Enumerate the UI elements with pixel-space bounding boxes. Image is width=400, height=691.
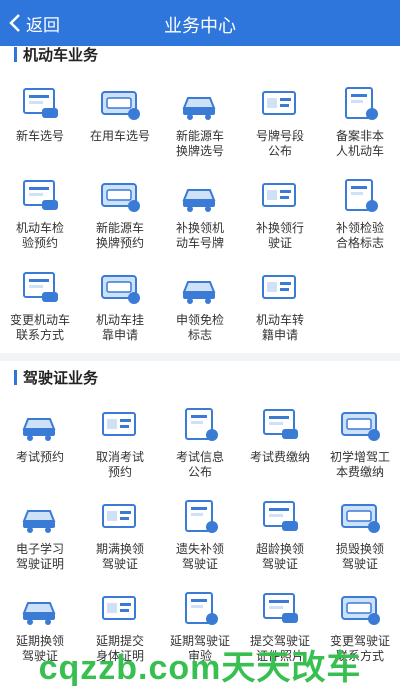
service-item[interactable]: 考试费缴纳 [240,405,320,497]
service-label: 取消考试 预约 [95,450,144,479]
service-label: 申领免检 标志 [175,313,224,342]
plate-range-icon [258,84,302,124]
service-label: 考试预约 [15,450,64,464]
exam-info-icon [178,405,222,445]
overage-renew-icon [258,497,302,537]
e-learning-cert-icon [18,497,62,537]
used-car-plate-icon [98,84,142,124]
submit-photo-icon [258,589,302,629]
exam-fee-icon [258,405,302,445]
vehicle-services-grid: 新车选号 在用车选号 新能源车 换牌选号 号牌号段 公布 备案非本 人机动车机动车检 验… [0,84,400,360]
top-navigation-bar: 返回 业务中心 [0,0,400,46]
service-label: 机动车转 籍申请 [255,313,304,342]
service-label: 遗失补领 驾驶证 [175,542,224,571]
service-item[interactable]: 申领免检 标志 [160,268,240,360]
service-label: 超龄换领 驾驶证 [255,542,304,571]
section-title-license: 驾驶证业务 [14,367,98,388]
service-label: 机动车检 验预约 [15,221,64,250]
service-item[interactable]: 在用车选号 [80,84,160,176]
service-label: 电子学习 驾驶证明 [15,542,64,571]
service-label: 变更机动车 联系方式 [9,313,70,342]
delay-health-icon [98,589,142,629]
service-item[interactable]: 取消考试 预约 [80,405,160,497]
ev-booking-icon [98,176,142,216]
service-item[interactable]: 补换领机 动车号牌 [160,176,240,268]
service-item[interactable]: 机动车转 籍申请 [240,268,320,360]
service-item[interactable]: 电子学习 驾驶证明 [0,497,80,589]
transfer-icon [258,268,302,308]
service-item[interactable]: 期满换领 驾驶证 [80,497,160,589]
expiry-renew-icon [98,497,142,537]
delay-review-icon [178,589,222,629]
service-item[interactable]: 补领检验 合格标志 [320,176,400,268]
service-item[interactable]: 遗失补领 驾驶证 [160,497,240,589]
ev-plate-icon [178,84,222,124]
section-marker [14,47,17,62]
service-item[interactable]: 备案非本 人机动车 [320,84,400,176]
section-title-vehicle: 机动车业务 [14,44,98,65]
service-item[interactable]: 超龄换领 驾驶证 [240,497,320,589]
inspection-booking-icon [18,176,62,216]
service-label: 备案非本 人机动车 [335,129,384,158]
service-label: 新车选号 [15,129,64,143]
new-car-plate-icon [18,84,62,124]
service-label: 补领检验 合格标志 [335,221,384,250]
service-item[interactable]: 变更机动车 联系方式 [0,268,80,360]
service-label: 损毁换领 驾驶证 [335,542,384,571]
contact-change-icon [18,268,62,308]
service-label: 号牌号段 公布 [255,129,304,158]
exam-booking-icon [18,405,62,445]
service-label: 新能源车 换牌预约 [95,221,144,250]
delay-renew-icon [18,589,62,629]
service-item[interactable]: 新能源车 换牌选号 [160,84,240,176]
service-label: 在用车选号 [89,129,150,143]
service-item[interactable]: 机动车检 验预约 [0,176,80,268]
lost-replace-icon [178,497,222,537]
service-item[interactable]: 新能源车 换牌预约 [80,176,160,268]
affiliation-icon [98,268,142,308]
license-contact-icon [338,589,382,629]
service-item[interactable]: 新车选号 [0,84,80,176]
service-label: 补换领机 动车号牌 [175,221,224,250]
service-label: 机动车挂 靠申请 [95,313,144,342]
service-label: 补换领行 驶证 [255,221,304,250]
fee-payment-icon [338,405,382,445]
service-item[interactable]: 损毁换领 驾驶证 [320,497,400,589]
service-item[interactable]: 考试信息 公布 [160,405,240,497]
section-title-text: 驾驶证业务 [23,369,99,387]
page-title: 业务中心 [164,16,236,37]
service-label: 考试信息 公布 [175,450,224,479]
watermark: cqzzb.com天天改车 [38,649,362,687]
service-item[interactable]: 机动车挂 靠申请 [80,268,160,360]
service-label: 期满换领 驾驶证 [95,542,144,571]
service-item[interactable]: 考试预约 [0,405,80,497]
section-title-text: 机动车业务 [23,46,99,64]
cancel-exam-icon [98,405,142,445]
service-item[interactable]: 初学增驾工 本费缴纳 [320,405,400,497]
service-label: 考试费缴纳 [249,450,310,464]
service-label: 初学增驾工 本费缴纳 [329,450,390,479]
service-item[interactable]: 号牌号段 公布 [240,84,320,176]
exempt-mark-icon [178,268,222,308]
registration-icon [338,84,382,124]
service-item[interactable]: 补换领行 驶证 [240,176,320,268]
service-label: 新能源车 换牌选号 [175,129,224,158]
section-divider [0,353,400,361]
inspection-mark-icon [338,176,382,216]
damaged-replace-icon [338,497,382,537]
replace-license-icon [258,176,302,216]
section-marker [14,370,17,385]
replace-plate-icon [178,176,222,216]
